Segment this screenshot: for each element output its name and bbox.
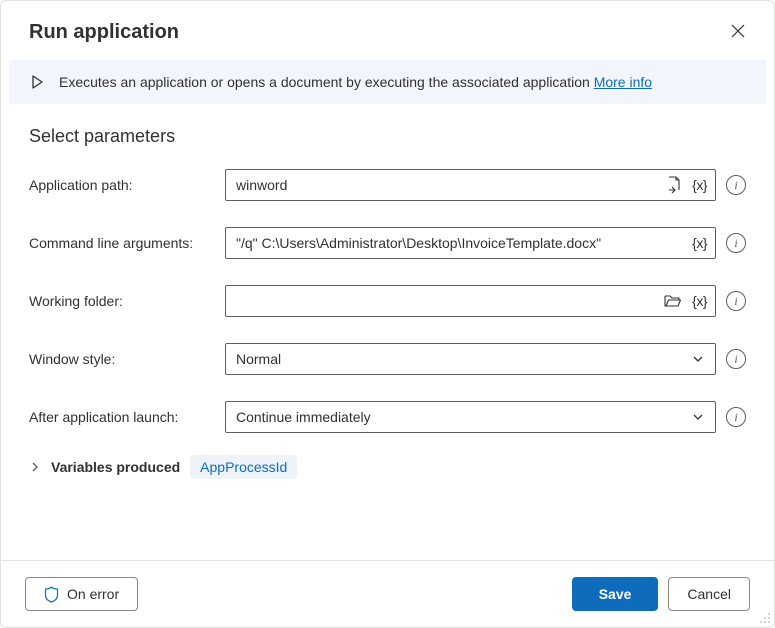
label-application-path: Application path: (29, 177, 215, 193)
folder-open-icon (664, 293, 682, 309)
variables-produced-label: Variables produced (51, 459, 180, 475)
row-arguments: Command line arguments: {x} i (29, 227, 746, 259)
dialog-header: Run application (1, 1, 774, 60)
info-arguments[interactable]: i (726, 233, 746, 253)
chevron-right-icon (29, 461, 41, 473)
dialog-title: Run application (29, 21, 179, 44)
folder-picker-button[interactable] (662, 291, 684, 311)
info-banner: Executes an application or opens a docum… (9, 60, 766, 104)
play-icon (29, 74, 45, 90)
on-error-button[interactable]: On error (25, 577, 138, 611)
close-icon (730, 23, 746, 39)
window-style-select[interactable]: Normal (225, 343, 716, 375)
after-launch-value: Continue immediately (236, 409, 371, 425)
insert-variable-button[interactable]: {x} (690, 233, 709, 253)
row-window-style: Window style: Normal i (29, 343, 746, 375)
chevron-down-icon (691, 352, 705, 366)
chevron-down-icon (691, 410, 705, 424)
file-picker-button[interactable] (664, 174, 684, 196)
variable-badge[interactable]: AppProcessId (190, 455, 297, 479)
more-info-link[interactable]: More info (594, 74, 652, 90)
file-arrow-icon (666, 176, 682, 194)
shield-icon (44, 586, 59, 603)
row-application-path: Application path: {x} i (29, 169, 746, 201)
variables-produced-row[interactable]: Variables produced AppProcessId (29, 455, 746, 479)
info-after-launch[interactable]: i (726, 407, 746, 427)
dialog-content: Select parameters Application path: {x} … (1, 104, 774, 560)
close-button[interactable] (726, 19, 750, 46)
info-application-path[interactable]: i (726, 175, 746, 195)
insert-variable-button[interactable]: {x} (690, 291, 709, 311)
save-button[interactable]: Save (572, 577, 659, 611)
variable-icon: {x} (692, 235, 707, 251)
dialog-footer: On error Save Cancel (1, 560, 774, 627)
variable-icon: {x} (692, 177, 707, 193)
cancel-button[interactable]: Cancel (668, 577, 750, 611)
label-arguments: Command line arguments: (29, 235, 215, 251)
insert-variable-button[interactable]: {x} (690, 175, 709, 195)
window-style-value: Normal (236, 351, 281, 367)
variable-icon: {x} (692, 293, 707, 309)
row-after-launch: After application launch: Continue immed… (29, 401, 746, 433)
working-folder-input[interactable] (236, 293, 662, 309)
after-launch-select[interactable]: Continue immediately (225, 401, 716, 433)
row-working-folder: Working folder: {x} i (29, 285, 746, 317)
input-wrap-working-folder[interactable]: {x} (225, 285, 716, 317)
input-wrap-application-path[interactable]: {x} (225, 169, 716, 201)
label-window-style: Window style: (29, 351, 215, 367)
info-working-folder[interactable]: i (726, 291, 746, 311)
input-wrap-arguments[interactable]: {x} (225, 227, 716, 259)
info-window-style[interactable]: i (726, 349, 746, 369)
banner-text: Executes an application or opens a docum… (59, 74, 652, 90)
arguments-input[interactable] (236, 235, 690, 251)
section-title: Select parameters (29, 126, 746, 147)
label-after-launch: After application launch: (29, 409, 215, 425)
resize-grip-icon[interactable] (758, 611, 772, 625)
application-path-input[interactable] (236, 177, 664, 193)
label-working-folder: Working folder: (29, 293, 215, 309)
